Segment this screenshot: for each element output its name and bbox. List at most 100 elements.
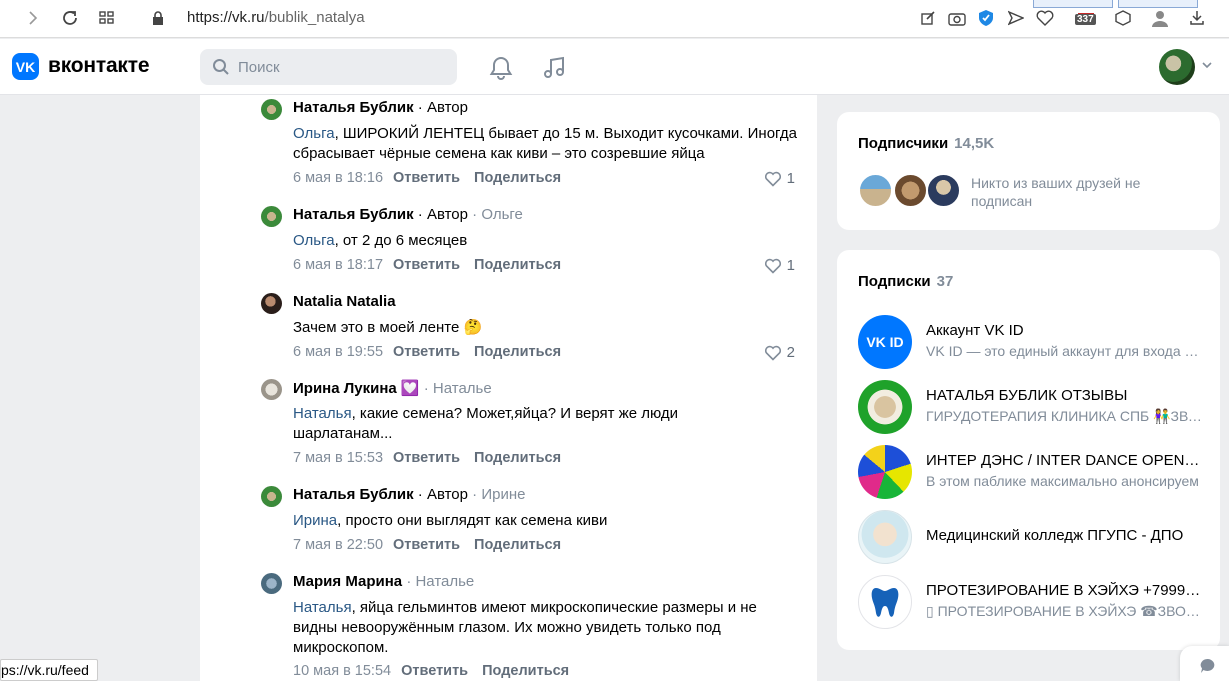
- tabs-grid-icon[interactable]: [96, 7, 118, 29]
- comment-avatar[interactable]: [261, 293, 282, 314]
- search-input[interactable]: [238, 49, 448, 85]
- forward-icon[interactable]: [22, 7, 44, 29]
- follower-avatar[interactable]: [858, 173, 893, 208]
- like-count: 1: [786, 257, 795, 274]
- comment-text: Ольга, от 2 до 6 месяцев: [293, 231, 803, 251]
- bell-icon[interactable]: [488, 55, 514, 81]
- browser-toolbar: https://vk.ru/bublik_natalya 337: [0, 0, 1229, 38]
- comment-date[interactable]: 6 мая в 19:55: [293, 344, 383, 360]
- comment-avatar[interactable]: [261, 206, 282, 227]
- subscription-item[interactable]: ПРОТЕЗИРОВАНИЕ В ХЭЙХЭ +79991234 ▯ ПРОТЕ…: [858, 575, 1203, 629]
- comment-date[interactable]: 6 мая в 18:17: [293, 257, 383, 273]
- subscription-name: Медицинский колледж ПГУПС - ДПО: [926, 527, 1184, 544]
- subscription-item[interactable]: VK ID Аккаунт VK ID VK ID — это единый а…: [858, 315, 1203, 369]
- reload-icon[interactable]: [59, 7, 81, 29]
- vk-logo-text[interactable]: вконтакте: [48, 54, 149, 78]
- share-edit-icon[interactable]: [917, 7, 939, 29]
- comment-footer: 6 мая в 18:16 Ответить Поделиться: [293, 170, 561, 186]
- reply-addressee[interactable]: Ирина: [293, 512, 337, 529]
- like-button[interactable]: 1: [764, 257, 795, 274]
- comment-avatar[interactable]: [261, 379, 282, 400]
- author-role: · Автор: [417, 486, 468, 503]
- box-icon[interactable]: [1112, 7, 1134, 29]
- status-bar-url: ps://vk.ru/feed: [0, 659, 98, 681]
- share-button[interactable]: Поделиться: [482, 663, 569, 679]
- like-button[interactable]: 2: [764, 344, 795, 361]
- reply-button[interactable]: Ответить: [393, 344, 460, 360]
- like-button[interactable]: 1: [764, 170, 795, 187]
- chat-icon: [1200, 658, 1215, 673]
- subscription-item[interactable]: НАТАЛЬЯ БУБЛИК ОТЗЫВЫ ГИРУДОТЕРАПИЯ КЛИН…: [858, 380, 1203, 434]
- subscriptions-title[interactable]: Подписки 37: [858, 273, 953, 290]
- music-icon[interactable]: [541, 55, 567, 81]
- reply-addressee[interactable]: Ольга: [293, 232, 335, 249]
- followers-title[interactable]: Подписчики 14,5K: [858, 135, 994, 152]
- subscription-item[interactable]: ИНТЕР ДЭНС / INTER DANCE OPEN CUP В этом…: [858, 445, 1203, 499]
- user-avatar[interactable]: [1159, 49, 1195, 85]
- comment-date[interactable]: 10 мая в 15:54: [293, 663, 391, 679]
- share-button[interactable]: Поделиться: [474, 537, 561, 553]
- reply-addressee[interactable]: Наталья: [293, 599, 352, 616]
- search-box[interactable]: [200, 49, 457, 85]
- heart-icon: [764, 258, 781, 274]
- heart-icon: [764, 345, 781, 361]
- vk-logo-icon[interactable]: VK: [12, 53, 39, 80]
- follower-avatar[interactable]: [926, 173, 961, 208]
- comment-avatar[interactable]: [261, 99, 282, 120]
- reply-button[interactable]: Ответить: [393, 450, 460, 466]
- vk-id-avatar: VK ID: [858, 315, 912, 369]
- follower-avatar[interactable]: [893, 173, 928, 208]
- reply-target[interactable]: · Наталье: [406, 573, 474, 590]
- tooth-logo-avatar: [858, 575, 912, 629]
- subscriptions-count: 37: [936, 273, 954, 290]
- comment-author[interactable]: Наталья Бублик: [293, 486, 414, 503]
- reply-target[interactable]: · Ирине: [472, 486, 525, 503]
- comment-item: Ирина Лукина 💟 · Наталье Наталья, какие …: [261, 375, 802, 475]
- send-icon[interactable]: [1005, 7, 1027, 29]
- comment-item: Наталья Бублик · Автор · Ольге Ольга, от…: [261, 202, 803, 282]
- comment-author[interactable]: Natalia Natalia: [293, 293, 396, 310]
- followers-card: Подписчики 14,5K Никто из ваших друзей не…: [837, 112, 1220, 230]
- share-button[interactable]: Поделиться: [474, 170, 561, 186]
- lock-icon: [147, 7, 169, 29]
- comment-footer: 10 мая в 15:54 Ответить Поделиться: [293, 663, 569, 679]
- comment-avatar[interactable]: [261, 486, 282, 507]
- comment-body: , от 2 до 6 месяцев: [334, 232, 468, 249]
- comment-date[interactable]: 7 мая в 22:50: [293, 537, 383, 553]
- camera-icon[interactable]: [946, 7, 968, 29]
- download-icon[interactable]: [1186, 7, 1208, 29]
- subscriptions-label: Подписки: [858, 273, 931, 290]
- comment-text: Наталья, какие семена? Может,яйца? И вер…: [293, 404, 723, 444]
- comment-body: , яйца гельминтов имеют микроскопические…: [293, 599, 757, 656]
- reply-button[interactable]: Ответить: [393, 257, 460, 273]
- comment-author[interactable]: Мария Марина: [293, 573, 402, 590]
- share-button[interactable]: Поделиться: [474, 450, 561, 466]
- vk-header: VK вконтакте: [0, 39, 1229, 95]
- chat-button[interactable]: [1180, 646, 1229, 681]
- address-bar[interactable]: https://vk.ru/bublik_natalya: [187, 9, 365, 26]
- subscription-item[interactable]: Медицинский колледж ПГУПС - ДПО: [858, 510, 1203, 564]
- comment-date[interactable]: 7 мая в 15:53: [293, 450, 383, 466]
- comment-author[interactable]: Наталья Бублик: [293, 206, 414, 223]
- comment-body: , какие семена? Может,яйца? И верят же л…: [293, 405, 679, 442]
- reply-button[interactable]: Ответить: [393, 170, 460, 186]
- heart-icon[interactable]: [1034, 7, 1056, 29]
- comment-author[interactable]: Наталья Бублик: [293, 99, 414, 116]
- chevron-down-icon[interactable]: [1201, 59, 1213, 71]
- comment-date[interactable]: 6 мая в 18:16: [293, 170, 383, 186]
- reply-target[interactable]: · Наталье: [424, 380, 492, 397]
- comment-avatar[interactable]: [261, 573, 282, 594]
- comment-body: , ШИРОКИЙ ЛЕНТЕЦ бывает до 15 м. Выходит…: [293, 125, 797, 162]
- reply-target[interactable]: · Ольге: [472, 206, 523, 223]
- share-button[interactable]: Поделиться: [474, 344, 561, 360]
- comment-body: , просто они выглядят как семена киви: [337, 512, 608, 529]
- reply-button[interactable]: Ответить: [401, 663, 468, 679]
- shield-icon[interactable]: [975, 7, 997, 29]
- reply-addressee[interactable]: Ольга: [293, 125, 335, 142]
- comment-author[interactable]: Ирина Лукина 💟: [293, 380, 420, 397]
- reply-addressee[interactable]: Наталья: [293, 405, 352, 422]
- share-button[interactable]: Поделиться: [474, 257, 561, 273]
- search-icon: [213, 59, 229, 75]
- profile-icon[interactable]: [1149, 7, 1171, 29]
- reply-button[interactable]: Ответить: [393, 537, 460, 553]
